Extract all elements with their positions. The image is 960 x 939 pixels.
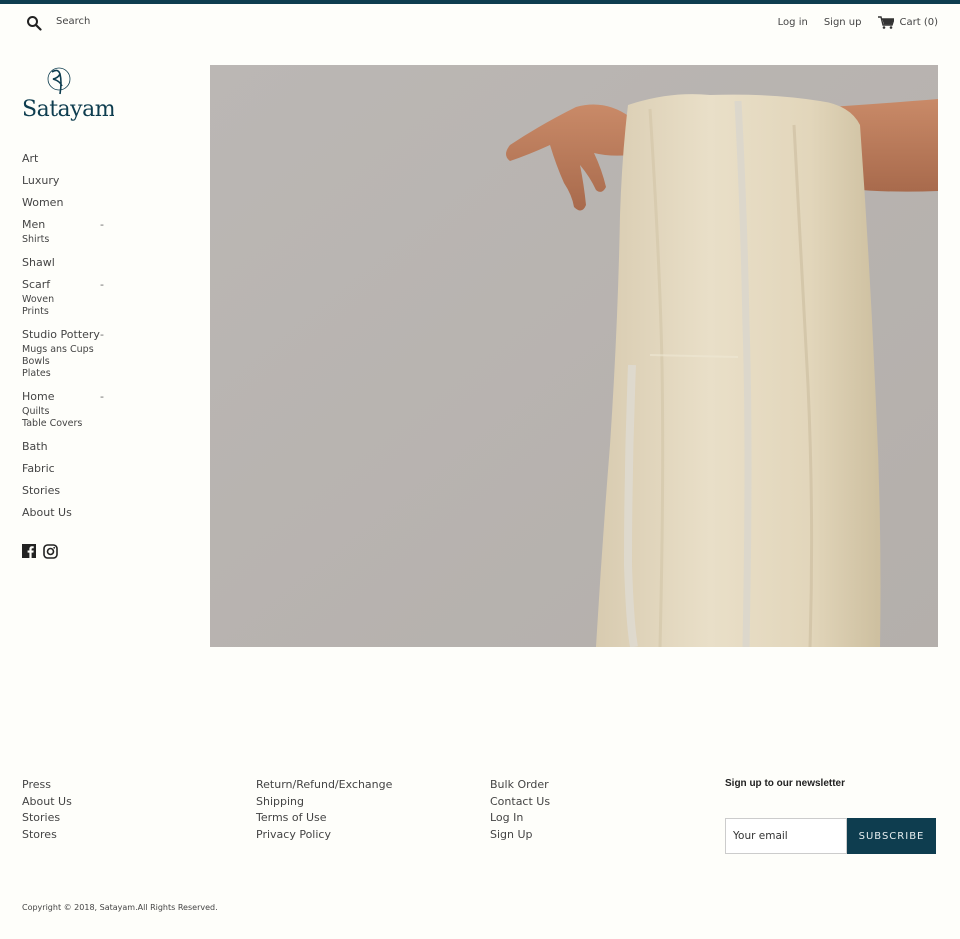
collapse-toggle-icon[interactable]: -	[100, 326, 104, 344]
footer-col-1: Press About Us Stories Stores	[22, 777, 72, 843]
facebook-icon[interactable]	[22, 544, 36, 558]
sidebar-subitem-table-covers[interactable]: Table Covers	[22, 418, 112, 430]
sidebar-item-art[interactable]: Art	[22, 150, 112, 172]
sidebar-item-label: Studio Pottery	[22, 328, 100, 341]
footer-link-return-refund-exchange[interactable]: Return/Refund/Exchange	[256, 777, 392, 794]
social-links	[22, 544, 58, 559]
cart-icon	[877, 16, 894, 29]
footer-link-press[interactable]: Press	[22, 777, 72, 794]
footer-link-stories[interactable]: Stories	[22, 810, 72, 827]
copyright-text: Copyright © 2018, Satayam.All Rights Res…	[22, 903, 218, 912]
shawl-photo-icon	[210, 65, 938, 647]
search-icon[interactable]	[26, 15, 42, 31]
account-links: Log in Sign up Cart (0)	[762, 16, 938, 29]
sidebar-item-bath[interactable]: Bath	[22, 438, 112, 460]
sidebar-item-label: Men	[22, 218, 46, 231]
sidebar-subitem-plates[interactable]: Plates	[22, 368, 112, 380]
sidebar-item-studio-pottery[interactable]: Studio Pottery -	[22, 326, 112, 348]
instagram-icon[interactable]	[43, 544, 58, 559]
footer-col-2: Return/Refund/Exchange Shipping Terms of U…	[256, 777, 392, 843]
sidebar-item-fabric[interactable]: Fabric	[22, 460, 112, 482]
sidebar-item-label: Stories	[22, 484, 61, 497]
svg-text:Satayam: Satayam	[22, 97, 114, 122]
sidebar-item-home[interactable]: Home -	[22, 388, 112, 410]
collapse-toggle-icon[interactable]: -	[100, 388, 104, 406]
subscribe-button[interactable]: SUBSCRIBE	[847, 818, 936, 854]
sidebar-item-label: Scarf	[22, 278, 51, 291]
footer-link-privacy-policy[interactable]: Privacy Policy	[256, 827, 392, 844]
sidebar-item-women[interactable]: Women	[22, 194, 112, 216]
brand-logo[interactable]: Satayam	[22, 64, 116, 128]
footer-link-shipping[interactable]: Shipping	[256, 794, 392, 811]
footer-col-3: Bulk Order Contact Us Log In Sign Up	[490, 777, 550, 843]
login-link[interactable]: Log in	[778, 17, 808, 28]
sidebar-item-stories[interactable]: Stories	[22, 482, 112, 504]
footer-link-terms-of-use[interactable]: Terms of Use	[256, 810, 392, 827]
signup-link[interactable]: Sign up	[824, 17, 862, 28]
sidebar-item-shawl[interactable]: Shawl	[22, 254, 112, 276]
hero-image[interactable]	[210, 65, 938, 647]
satayam-logo-icon: Satayam	[22, 67, 116, 122]
header: Log in Sign up Cart (0)	[0, 4, 960, 40]
footer-link-stores[interactable]: Stores	[22, 827, 72, 844]
footer-link-about-us[interactable]: About Us	[22, 794, 72, 811]
newsletter-title: Sign up to our newsletter	[725, 778, 846, 789]
sidebar-item-luxury[interactable]: Luxury	[22, 172, 112, 194]
sidebar-nav: Art Luxury Women Men - Shirts Shawl Scarf - Woven…	[22, 150, 112, 526]
search-input[interactable]	[56, 12, 256, 30]
cart-link[interactable]: Cart (0)	[877, 16, 939, 29]
sidebar-item-label: Women	[22, 196, 64, 209]
sidebar-item-label: Shawl	[22, 256, 55, 269]
sidebar-sublist: Mugs ans Cups Bowls Plates	[22, 344, 112, 380]
sidebar-item-label: Home	[22, 390, 55, 403]
footer-link-bulk-order[interactable]: Bulk Order	[490, 777, 550, 794]
collapse-toggle-icon[interactable]: -	[100, 276, 104, 294]
sidebar-item-about-us[interactable]: About Us	[22, 504, 112, 526]
cart-label: Cart (0)	[899, 17, 939, 28]
footer-link-log-in[interactable]: Log In	[490, 810, 550, 827]
sidebar-item-label: Art	[22, 152, 39, 165]
sidebar-subitem-prints[interactable]: Prints	[22, 306, 112, 318]
footer-link-contact-us[interactable]: Contact Us	[490, 794, 550, 811]
sidebar-item-label: About Us	[22, 506, 72, 519]
sidebar-subitem-bowls[interactable]: Bowls	[22, 356, 112, 368]
sidebar-item-label: Luxury	[22, 174, 60, 187]
footer-link-sign-up[interactable]: Sign Up	[490, 827, 550, 844]
newsletter-email-input[interactable]	[725, 818, 847, 854]
sidebar-item-men[interactable]: Men -	[22, 216, 112, 238]
sidebar-item-label: Bath	[22, 440, 48, 453]
sidebar-item-label: Fabric	[22, 462, 55, 475]
collapse-toggle-icon[interactable]: -	[100, 216, 104, 234]
sidebar-item-scarf[interactable]: Scarf -	[22, 276, 112, 298]
